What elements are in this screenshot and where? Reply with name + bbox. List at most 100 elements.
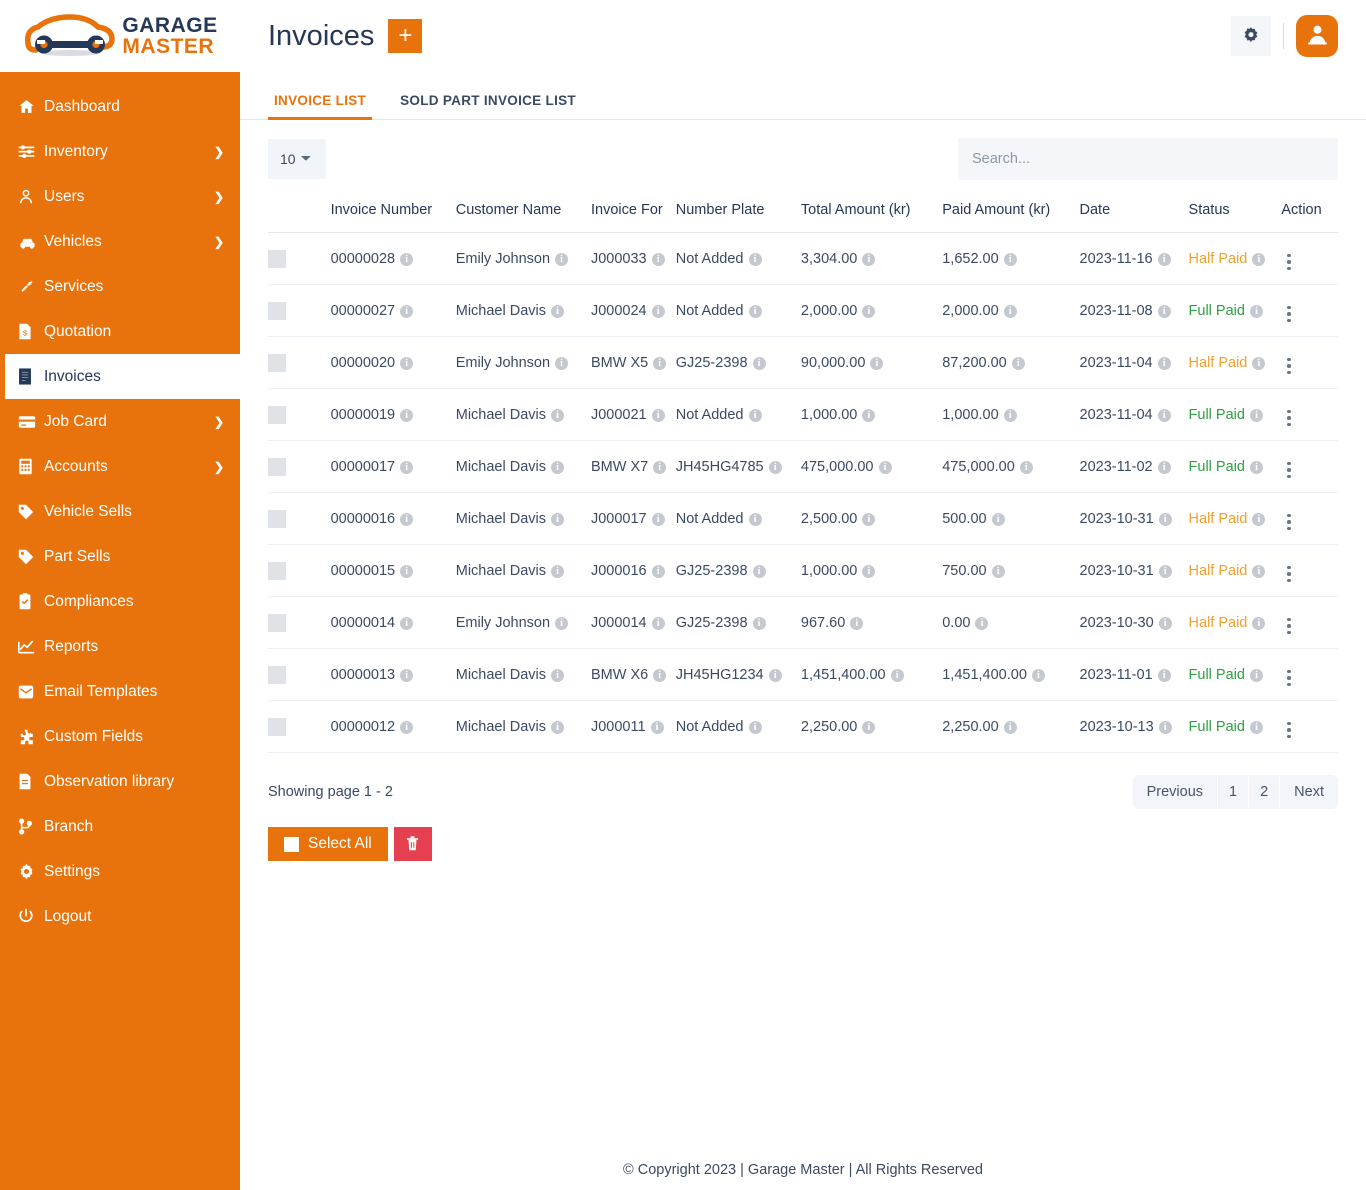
sidebar-item-logout[interactable]: Logout xyxy=(0,894,240,939)
info-icon[interactable]: i xyxy=(550,564,564,578)
add-invoice-button[interactable]: + xyxy=(388,19,423,53)
info-icon[interactable]: i xyxy=(862,720,876,734)
info-icon[interactable]: i xyxy=(1003,252,1017,266)
tab-sold-part-invoice-list[interactable]: SOLD PART INVOICE LIST xyxy=(394,93,582,119)
info-icon[interactable]: i xyxy=(870,356,884,370)
info-icon[interactable]: i xyxy=(1003,720,1017,734)
info-icon[interactable]: i xyxy=(748,304,762,318)
pagination-next[interactable]: Next xyxy=(1280,775,1338,809)
info-icon[interactable]: i xyxy=(651,408,665,422)
info-icon[interactable]: i xyxy=(862,304,876,318)
row-action-menu-icon[interactable] xyxy=(1281,512,1297,533)
info-icon[interactable]: i xyxy=(1249,304,1263,318)
info-icon[interactable]: i xyxy=(752,616,766,630)
info-icon[interactable]: i xyxy=(550,408,564,422)
page-length-select[interactable]: 10 xyxy=(268,139,326,179)
info-icon[interactable]: i xyxy=(400,460,414,474)
row-checkbox[interactable] xyxy=(268,509,286,528)
info-icon[interactable]: i xyxy=(862,408,876,422)
info-icon[interactable]: i xyxy=(1158,512,1172,526)
sidebar-item-vehicles[interactable]: Vehicles ❯ xyxy=(0,219,240,264)
info-icon[interactable]: i xyxy=(862,564,876,578)
tab-invoice-list[interactable]: INVOICE LIST xyxy=(268,93,373,120)
info-icon[interactable]: i xyxy=(1003,408,1017,422)
row-checkbox[interactable] xyxy=(268,561,286,580)
sidebar-item-part-sells[interactable]: Part Sells xyxy=(0,534,240,579)
info-icon[interactable]: i xyxy=(748,408,762,422)
pagination-previous[interactable]: Previous xyxy=(1132,775,1218,809)
info-icon[interactable]: i xyxy=(1019,460,1033,474)
info-icon[interactable]: i xyxy=(555,616,569,630)
info-icon[interactable]: i xyxy=(748,252,762,266)
user-avatar-button[interactable] xyxy=(1296,15,1338,57)
info-icon[interactable]: i xyxy=(1158,564,1172,578)
sidebar-item-job-card[interactable]: Job Card ❯ xyxy=(0,399,240,444)
info-icon[interactable]: i xyxy=(1157,304,1171,318)
sidebar-item-services[interactable]: Services xyxy=(0,264,240,309)
info-icon[interactable]: i xyxy=(1252,252,1266,266)
info-icon[interactable]: i xyxy=(1252,356,1266,370)
sidebar-item-accounts[interactable]: Accounts ❯ xyxy=(0,444,240,489)
info-icon[interactable]: i xyxy=(1249,720,1263,734)
info-icon[interactable]: i xyxy=(1157,252,1171,266)
info-icon[interactable]: i xyxy=(1157,668,1171,682)
row-action-menu-icon[interactable] xyxy=(1281,356,1297,377)
row-checkbox[interactable] xyxy=(268,457,286,476)
info-icon[interactable]: i xyxy=(400,564,414,578)
row-action-menu-icon[interactable] xyxy=(1281,564,1297,585)
pagination-page-2[interactable]: 2 xyxy=(1249,775,1280,809)
info-icon[interactable]: i xyxy=(555,252,569,266)
info-icon[interactable]: i xyxy=(400,668,414,682)
search-input[interactable] xyxy=(958,138,1338,180)
info-icon[interactable]: i xyxy=(653,460,667,474)
row-checkbox[interactable] xyxy=(268,613,286,632)
info-icon[interactable]: i xyxy=(651,564,665,578)
sidebar-item-observation-library[interactable]: Observation library xyxy=(0,759,240,804)
info-icon[interactable]: i xyxy=(1252,512,1266,526)
sidebar-item-invoices[interactable]: Invoices xyxy=(0,354,240,399)
info-icon[interactable]: i xyxy=(1157,460,1171,474)
info-icon[interactable]: i xyxy=(1249,408,1263,422)
info-icon[interactable]: i xyxy=(400,720,414,734)
row-checkbox[interactable] xyxy=(268,249,286,268)
info-icon[interactable]: i xyxy=(550,460,564,474)
row-action-menu-icon[interactable] xyxy=(1281,720,1297,741)
delete-selected-button[interactable] xyxy=(393,827,432,861)
info-icon[interactable]: i xyxy=(890,668,904,682)
info-icon[interactable]: i xyxy=(1031,668,1045,682)
info-icon[interactable]: i xyxy=(975,616,989,630)
sidebar-item-inventory[interactable]: Inventory ❯ xyxy=(0,129,240,174)
info-icon[interactable]: i xyxy=(1011,356,1025,370)
info-icon[interactable]: i xyxy=(651,252,665,266)
info-icon[interactable]: i xyxy=(1158,616,1172,630)
info-icon[interactable]: i xyxy=(651,616,665,630)
info-icon[interactable]: i xyxy=(991,564,1005,578)
info-icon[interactable]: i xyxy=(400,408,414,422)
info-icon[interactable]: i xyxy=(752,356,766,370)
info-icon[interactable]: i xyxy=(550,304,564,318)
sidebar-item-settings[interactable]: Settings xyxy=(0,849,240,894)
pagination-page-1[interactable]: 1 xyxy=(1218,775,1249,809)
row-action-menu-icon[interactable] xyxy=(1281,408,1297,429)
info-icon[interactable]: i xyxy=(550,668,564,682)
info-icon[interactable]: i xyxy=(550,512,564,526)
sidebar-item-quotation[interactable]: $ Quotation xyxy=(0,309,240,354)
row-checkbox[interactable] xyxy=(268,405,286,424)
info-icon[interactable]: i xyxy=(878,460,892,474)
row-checkbox[interactable] xyxy=(268,353,286,372)
info-icon[interactable]: i xyxy=(768,668,782,682)
info-icon[interactable]: i xyxy=(653,356,667,370)
settings-button[interactable] xyxy=(1231,16,1271,56)
row-action-menu-icon[interactable] xyxy=(1281,668,1297,689)
info-icon[interactable]: i xyxy=(400,252,414,266)
info-icon[interactable]: i xyxy=(991,512,1005,526)
info-icon[interactable]: i xyxy=(862,252,876,266)
info-icon[interactable]: i xyxy=(850,616,864,630)
info-icon[interactable]: i xyxy=(1252,564,1266,578)
select-all-button[interactable]: Select All xyxy=(268,827,388,861)
sidebar-item-email-templates[interactable]: Email Templates xyxy=(0,669,240,714)
brand-logo[interactable]: GARAGE MASTER xyxy=(0,0,240,72)
row-action-menu-icon[interactable] xyxy=(1281,304,1297,325)
info-icon[interactable]: i xyxy=(650,720,664,734)
select-all-checkbox[interactable] xyxy=(284,836,299,852)
